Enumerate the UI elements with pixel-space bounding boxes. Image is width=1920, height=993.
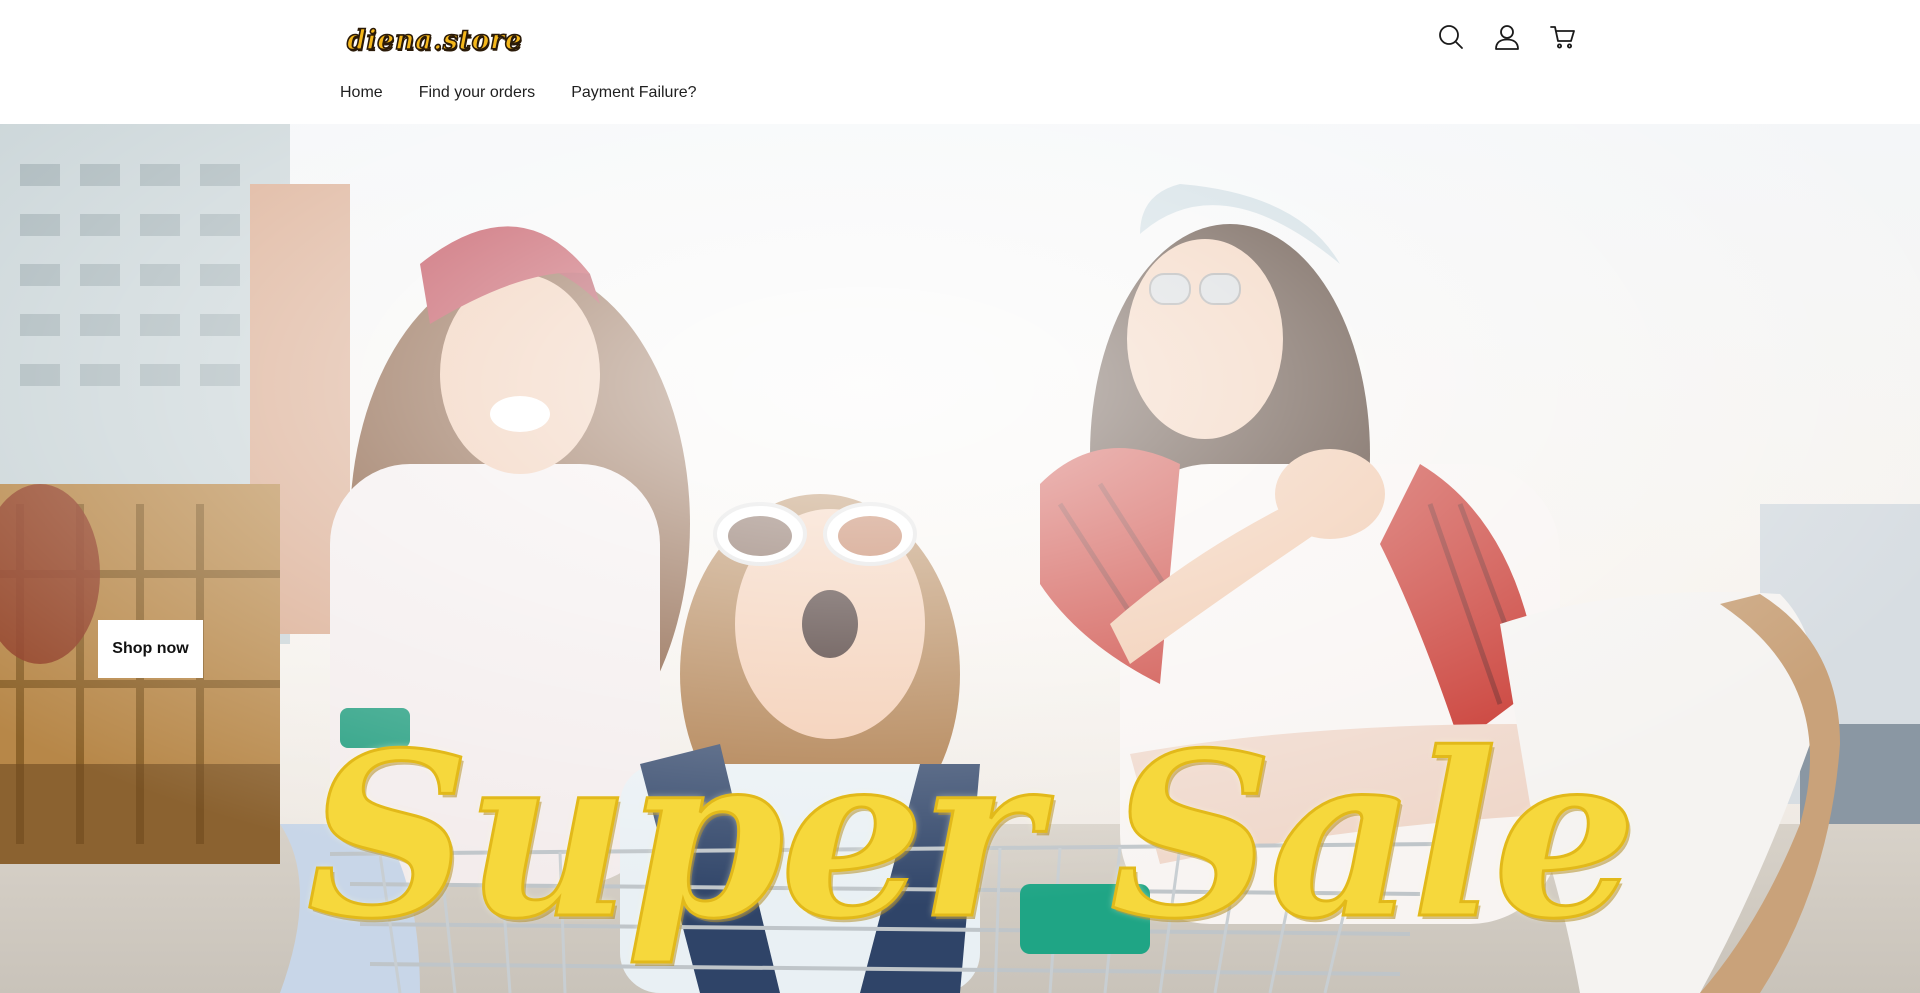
header-icons — [1436, 22, 1578, 52]
site-header: diena.store Home Find your orders Paymen… — [0, 0, 1920, 124]
cart-icon[interactable] — [1548, 22, 1578, 52]
hero-banner: Shop now Super Sale — [0, 124, 1920, 993]
main-nav: Home Find your orders Payment Failure? — [340, 84, 697, 102]
store-logo-text: diena.store — [346, 24, 523, 57]
hero-headline: Super Sale — [305, 704, 1638, 969]
search-icon[interactable] — [1436, 22, 1466, 52]
store-logo[interactable]: diena.store — [346, 20, 523, 60]
nav-item-payment-failure[interactable]: Payment Failure? — [571, 84, 696, 102]
shop-now-button[interactable]: Shop now — [98, 620, 203, 678]
account-icon[interactable] — [1492, 22, 1522, 52]
nav-item-find-your-orders[interactable]: Find your orders — [419, 84, 536, 102]
nav-item-home[interactable]: Home — [340, 84, 383, 102]
